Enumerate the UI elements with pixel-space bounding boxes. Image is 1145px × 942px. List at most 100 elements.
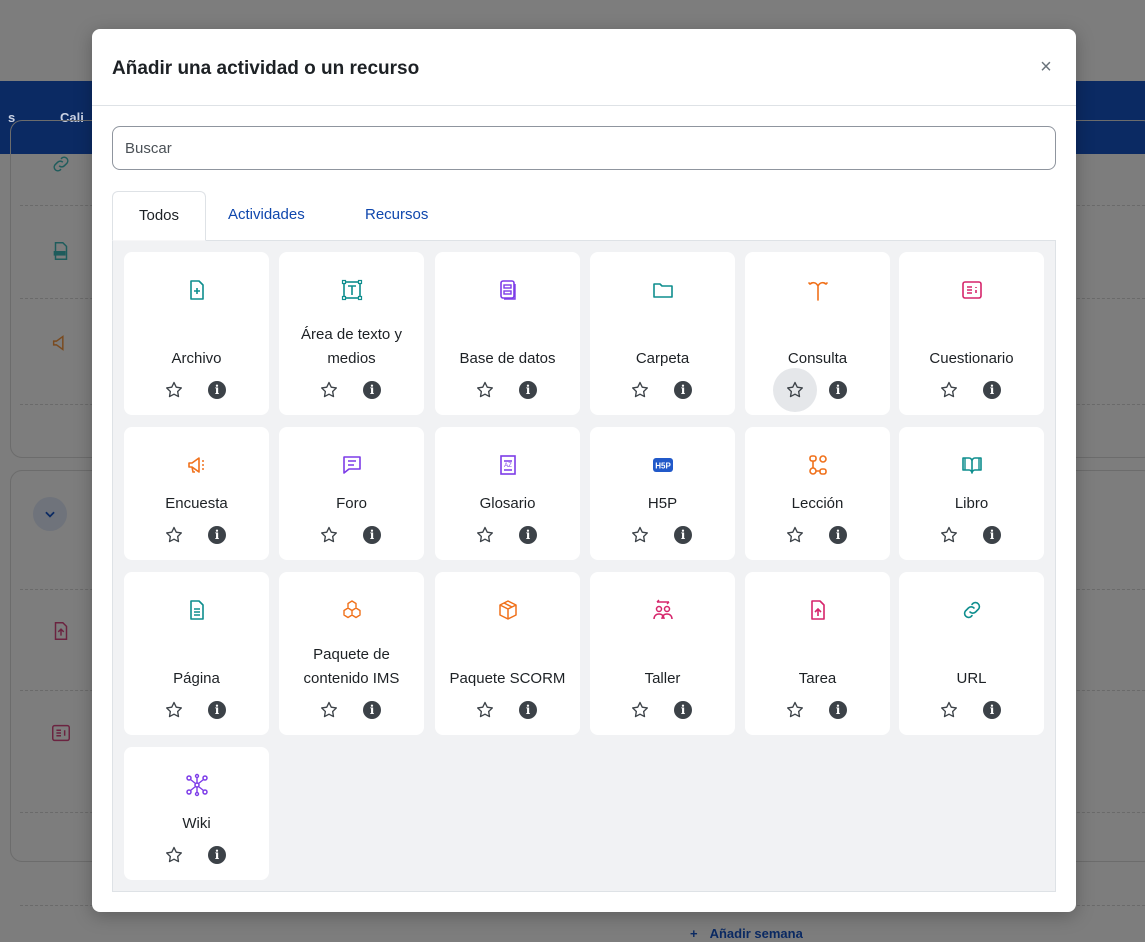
activity-card[interactable]: Área de texto y medios i [279, 252, 424, 415]
quiz-icon [899, 278, 1044, 302]
activity-label: Consulta [787, 350, 848, 367]
ims-package-icon [279, 598, 424, 622]
activity-card[interactable]: Taller i [590, 572, 735, 735]
activity-card[interactable]: AZ Glosario i [435, 427, 580, 560]
card-actions: i [124, 842, 269, 868]
search-input[interactable] [112, 126, 1056, 170]
close-button[interactable]: × [1036, 57, 1056, 77]
info-icon[interactable]: i [208, 846, 226, 864]
activity-label: Foro [336, 495, 367, 512]
star-icon[interactable] [782, 697, 808, 723]
activity-label: Wiki [182, 815, 211, 832]
info-icon[interactable]: i [519, 701, 537, 719]
info-icon[interactable]: i [674, 526, 692, 544]
activity-label: Área de texto y medios [301, 326, 402, 367]
star-icon[interactable] [472, 377, 498, 403]
star-icon[interactable] [936, 377, 962, 403]
tab-recursos[interactable]: Recursos [365, 191, 428, 241]
activity-card[interactable]: Página i [124, 572, 269, 735]
card-actions: i [435, 697, 580, 723]
book-open-icon [899, 453, 1044, 477]
activity-card[interactable]: Cuestionario i [899, 252, 1044, 415]
assignment-upload-icon [54, 622, 68, 640]
star-icon[interactable] [773, 368, 817, 412]
activity-card[interactable]: Archivo i [124, 252, 269, 415]
info-icon[interactable]: i [208, 701, 226, 719]
activity-card[interactable]: Base de datos i [435, 252, 580, 415]
add-week-button[interactable]: + Añadir semana [690, 926, 803, 941]
info-icon[interactable]: i [829, 381, 847, 399]
info-icon[interactable]: i [363, 701, 381, 719]
activity-label: Libro [954, 495, 989, 512]
activity-card[interactable]: Consulta i [745, 252, 890, 415]
card-actions: i [124, 522, 269, 548]
activity-card[interactable]: Wiki i [124, 747, 269, 880]
info-icon[interactable]: i [519, 381, 537, 399]
tab-todos[interactable]: Todos [112, 191, 206, 241]
star-icon[interactable] [161, 377, 187, 403]
activity-card[interactable]: Carpeta i [590, 252, 735, 415]
forum-bubble-icon [279, 453, 424, 477]
star-icon[interactable] [161, 842, 187, 868]
star-icon[interactable] [936, 697, 962, 723]
collapse-section-button[interactable] [33, 497, 67, 531]
activity-card[interactable]: Paquete SCORM i [435, 572, 580, 735]
star-icon[interactable] [627, 697, 653, 723]
info-icon[interactable]: i [983, 701, 1001, 719]
info-icon[interactable]: i [674, 381, 692, 399]
star-icon[interactable] [782, 522, 808, 548]
star-icon[interactable] [472, 522, 498, 548]
activity-grid: Archivo i Área de texto y medios i Base de d… [112, 240, 1056, 892]
star-icon[interactable] [316, 697, 342, 723]
card-actions: i [590, 697, 735, 723]
page-icon [124, 598, 269, 622]
star-icon[interactable] [316, 377, 342, 403]
activity-label: Encuesta [165, 495, 228, 512]
link-icon [899, 598, 1044, 622]
star-icon[interactable] [161, 697, 187, 723]
card-actions: i [279, 697, 424, 723]
activity-label: Glosario [479, 495, 536, 512]
star-icon[interactable] [316, 522, 342, 548]
svg-text:AZ: AZ [504, 463, 512, 469]
star-icon[interactable] [627, 522, 653, 548]
lesson-flow-icon [745, 453, 890, 477]
card-actions: i [435, 377, 580, 403]
link-icon [53, 156, 69, 172]
activity-card[interactable]: Foro i [279, 427, 424, 560]
activity-card[interactable]: Libro i [899, 427, 1044, 560]
modal-header: Añadir una actividad o un recurso × [92, 29, 1076, 106]
scorm-package-icon [435, 598, 580, 622]
activity-card[interactable]: Encuesta i [124, 427, 269, 560]
info-icon[interactable]: i [208, 526, 226, 544]
star-icon[interactable] [161, 522, 187, 548]
activity-label: Archivo [171, 350, 222, 367]
card-actions: i [279, 377, 424, 403]
tab-actividades[interactable]: Actividades [228, 191, 305, 241]
activity-card[interactable]: URL i [899, 572, 1044, 735]
info-icon[interactable]: i [829, 701, 847, 719]
activity-card[interactable]: Tarea i [745, 572, 890, 735]
star-icon[interactable] [936, 522, 962, 548]
activity-card[interactable]: Paquete de contenido IMS i [279, 572, 424, 735]
info-icon[interactable]: i [674, 701, 692, 719]
activity-card[interactable]: Lección i [745, 427, 890, 560]
database-icon [435, 278, 580, 302]
info-icon[interactable]: i [208, 381, 226, 399]
info-icon[interactable]: i [829, 526, 847, 544]
card-actions: i [745, 368, 890, 412]
activity-card[interactable]: H5P H5P i [590, 427, 735, 560]
card-actions: i [279, 522, 424, 548]
file-plus-icon [124, 278, 269, 302]
info-icon[interactable]: i [363, 526, 381, 544]
card-actions: i [124, 377, 269, 403]
assignment-upload-icon [745, 598, 890, 622]
info-icon[interactable]: i [519, 526, 537, 544]
info-icon[interactable]: i [363, 381, 381, 399]
activity-label: Paquete SCORM [449, 670, 566, 687]
star-icon[interactable] [627, 377, 653, 403]
star-icon[interactable] [472, 697, 498, 723]
info-icon[interactable]: i [983, 381, 1001, 399]
info-icon[interactable]: i [983, 526, 1001, 544]
card-actions: i [899, 697, 1044, 723]
